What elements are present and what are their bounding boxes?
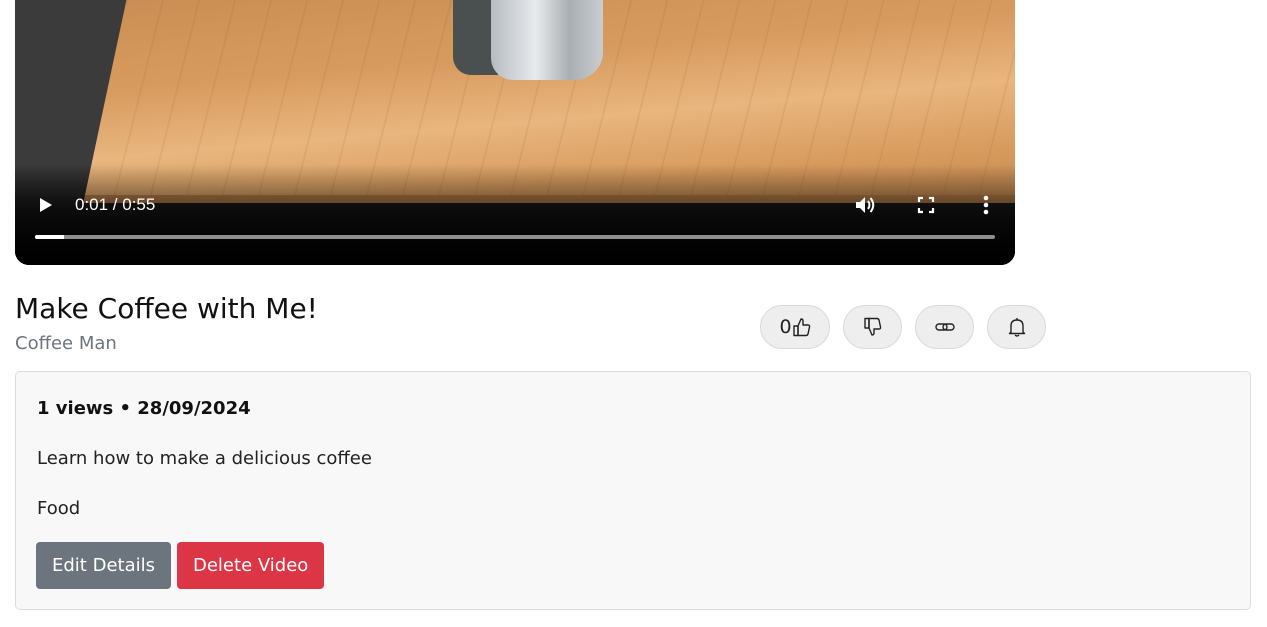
dislike-button[interactable] <box>843 305 902 349</box>
video-title: Make Coffee with Me! <box>15 292 318 325</box>
video-description: Learn how to make a delicious coffee <box>37 448 372 469</box>
volume-icon[interactable] <box>853 186 879 224</box>
delete-video-button[interactable]: Delete Video <box>177 542 325 589</box>
video-time: 0:01 / 0:55 <box>75 195 156 214</box>
channel-name[interactable]: Coffee Man <box>15 333 117 354</box>
video-player[interactable]: 0:01 / 0:55 <box>15 0 1015 265</box>
fullscreen-icon[interactable] <box>915 186 937 224</box>
more-vertical-icon[interactable] <box>977 186 995 224</box>
share-link-button[interactable] <box>915 305 974 349</box>
thumbs-down-icon <box>863 317 882 337</box>
video-controls: 0:01 / 0:55 <box>15 186 1015 226</box>
link-icon <box>934 321 955 333</box>
bell-icon <box>1008 317 1026 337</box>
subscribe-bell-button[interactable] <box>987 305 1046 349</box>
edit-details-button[interactable]: Edit Details <box>36 542 171 589</box>
video-details-card: 1 views • 28/09/2024 Learn how to make a… <box>15 371 1251 610</box>
thumbs-up-icon <box>792 317 811 337</box>
video-progress-fill <box>35 235 64 239</box>
like-count: 0 <box>779 316 792 338</box>
video-meta: 1 views • 28/09/2024 <box>37 398 251 419</box>
video-category: Food <box>37 498 81 519</box>
like-button[interactable]: 0 <box>760 305 830 349</box>
play-icon[interactable] <box>35 186 57 224</box>
video-progress-bar[interactable] <box>35 235 995 239</box>
